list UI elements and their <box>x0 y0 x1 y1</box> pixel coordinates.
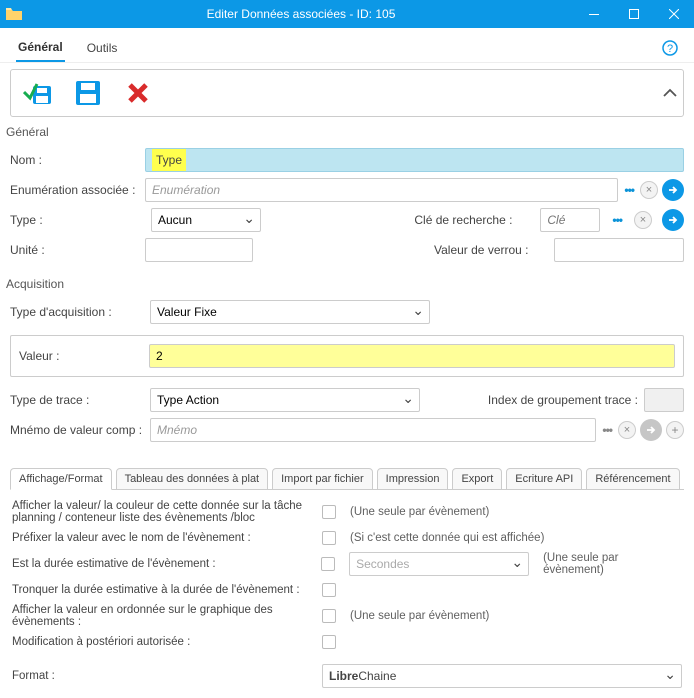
folder-icon <box>0 8 28 20</box>
section-acquisition-header: Acquisition <box>0 275 694 293</box>
aff-r1-label: Afficher la valeur/ la couleur de cette … <box>12 500 322 524</box>
subtab-import[interactable]: Import par fichier <box>272 468 373 490</box>
subtab-tableau[interactable]: Tableau des données à plat <box>116 468 269 490</box>
save-button[interactable] <box>67 74 109 112</box>
maximize-button[interactable] <box>614 0 654 28</box>
mnemo-label: Mnémo de valeur comp : <box>10 423 150 437</box>
mnemo-field[interactable]: Mnémo <box>150 418 596 442</box>
type-label: Type : <box>10 213 145 227</box>
enum-label: Enumération associée : <box>10 183 145 197</box>
enum-clear-icon[interactable]: × <box>640 181 658 199</box>
subtab-ecriture[interactable]: Ecriture API <box>506 468 582 490</box>
aff-r4-label: Tronquer la durée estimative à la durée … <box>12 584 322 596</box>
delete-button[interactable] <box>117 74 159 112</box>
enum-go-icon[interactable] <box>662 179 684 201</box>
cle-label: Clé de recherche : <box>414 213 534 227</box>
aff-r6-label: Modification à postériori autorisée : <box>12 636 322 648</box>
svg-text:?: ? <box>667 43 673 55</box>
help-icon[interactable]: ? <box>662 40 678 59</box>
close-button[interactable] <box>654 0 694 28</box>
aff-r5-label: Afficher la valeur en ordonnée sur le gr… <box>12 604 322 628</box>
unit-label: Unité : <box>10 243 145 257</box>
valeur-label: Valeur : <box>19 349 149 363</box>
aff-r1-note: (Une seule par évènement) <box>350 506 489 518</box>
aff-r5-check[interactable] <box>322 609 336 623</box>
nom-label: Nom : <box>10 153 145 167</box>
typeacq-select[interactable] <box>150 300 430 324</box>
mnemo-add-icon[interactable]: + <box>666 421 684 439</box>
nom-field[interactable]: Type <box>145 148 684 172</box>
unit-field[interactable] <box>145 238 253 262</box>
subtab-export[interactable]: Export <box>452 468 502 490</box>
index-field[interactable] <box>644 388 684 412</box>
format-label: Format : <box>12 670 322 682</box>
enum-field[interactable]: Enumération <box>145 178 618 202</box>
cle-go-icon[interactable] <box>662 209 684 231</box>
minimize-button[interactable] <box>574 0 614 28</box>
mnemo-clear-icon[interactable]: × <box>618 421 636 439</box>
aff-r2-check[interactable] <box>322 531 336 545</box>
cle-field[interactable] <box>540 208 600 232</box>
format-value-tail: Chaine <box>358 669 396 683</box>
toolbar-expand-icon[interactable] <box>663 85 677 101</box>
aff-r3-select[interactable] <box>349 552 529 576</box>
type-select[interactable] <box>151 208 261 232</box>
aff-r4-check[interactable] <box>322 583 336 597</box>
aff-r6-check[interactable] <box>322 635 336 649</box>
verrou-label: Valeur de verrou : <box>434 243 554 257</box>
verrou-field[interactable] <box>554 238 684 262</box>
aff-r5-note: (Une seule par évènement) <box>350 610 489 622</box>
cle-clear-icon[interactable]: × <box>634 211 652 229</box>
trace-label: Type de trace : <box>10 393 150 407</box>
aff-r2-note: (Si c'est cette donnée qui est affichée) <box>350 532 544 544</box>
tab-outils[interactable]: Outils <box>85 37 120 61</box>
mnemo-go-icon[interactable] <box>640 419 662 441</box>
tab-general[interactable]: Général <box>16 36 65 62</box>
aff-r2-label: Préfixer la valeur avec le nom de l'évèn… <box>12 532 322 544</box>
validate-save-button[interactable] <box>17 74 59 112</box>
aff-r3-note: (Une seule par évènement) <box>543 552 682 576</box>
valeur-field[interactable] <box>149 344 675 368</box>
typeacq-label: Type d'acquisition : <box>10 305 150 319</box>
subtab-reference[interactable]: Référencement <box>586 468 679 490</box>
subtab-impression[interactable]: Impression <box>377 468 449 490</box>
subtab-affichage[interactable]: Affichage/Format <box>10 468 112 490</box>
window-title: Editer Données associées - ID: 105 <box>28 7 574 21</box>
mnemo-dots-icon[interactable]: ••• <box>600 423 614 437</box>
toolbar <box>10 69 684 117</box>
aff-r3-check[interactable] <box>321 557 335 571</box>
cle-dots-icon[interactable]: ••• <box>610 213 624 227</box>
enum-dots-icon[interactable]: ••• <box>622 183 636 197</box>
index-label: Index de groupement trace : <box>484 393 644 407</box>
trace-select[interactable] <box>150 388 420 412</box>
aff-r1-check[interactable] <box>322 505 336 519</box>
aff-r3-label: Est la durée estimative de l'évènement : <box>12 558 321 570</box>
format-select[interactable]: Libre Chaine <box>322 664 682 688</box>
nom-value: Type <box>152 149 186 171</box>
section-general-header: Général <box>0 123 694 141</box>
